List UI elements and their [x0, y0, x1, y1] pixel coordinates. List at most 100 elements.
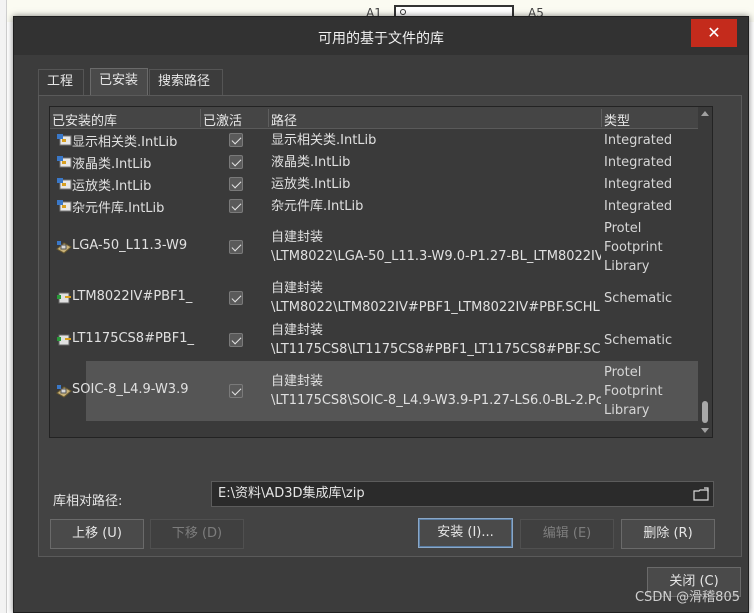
table-row[interactable]: 显示相关类.IntLib 显示相关类.IntLib Integrated — [50, 129, 700, 151]
column-header-path[interactable]: 路径 — [271, 110, 297, 129]
library-name: 显示相关类.IntLib — [72, 135, 178, 150]
library-path-line: 显示相关类.IntLib — [271, 132, 377, 148]
table-row[interactable]: LGA-50_L11.3-W9 自建封装 \LTM8022\LGA-50_L11.3… — [50, 217, 700, 277]
library-path: 液晶类.IntLib — [271, 153, 601, 172]
background-window-edge — [0, 0, 7, 613]
library-type: Integrated — [604, 175, 700, 194]
library-name: 运放类.IntLib — [72, 179, 152, 194]
scrollbar-thumb[interactable] — [702, 401, 708, 423]
library-name: LT1175CS8#PBF1_ — [72, 331, 194, 346]
library-path-line: 液晶类.IntLib — [271, 154, 351, 170]
library-path-line: 自建封装 — [271, 230, 324, 245]
library-type-line: Library — [604, 402, 650, 418]
active-checkbox[interactable] — [229, 333, 243, 347]
scroll-down-arrow-icon[interactable] — [701, 428, 709, 433]
intlib-icon — [57, 134, 72, 146]
active-checkbox[interactable] — [229, 133, 243, 147]
library-type-line: Protel — [604, 220, 642, 236]
edit-button[interactable]: 编辑 (E) — [520, 519, 614, 549]
list-vertical-scrollbar[interactable] — [698, 107, 712, 437]
library-type-line: Integrated — [604, 176, 673, 192]
library-type-line: Integrated — [604, 154, 673, 170]
schlib-icon — [57, 292, 71, 304]
active-checkbox[interactable] — [229, 199, 243, 213]
scroll-up-arrow-icon[interactable] — [701, 111, 709, 116]
close-icon[interactable]: ✕ — [691, 19, 737, 47]
library-path: 显示相关类.IntLib — [271, 131, 601, 150]
intlib-icon — [57, 200, 72, 212]
library-type-line: Protel — [604, 364, 642, 380]
library-path: 运放类.IntLib — [271, 175, 601, 194]
install-button[interactable]: 安装 (I)... — [418, 518, 513, 548]
tab-project[interactable]: 工程 — [38, 69, 84, 95]
library-type: Protel Footprint Library — [604, 363, 700, 420]
library-type-line: Schematic — [604, 332, 673, 348]
library-path: 自建封装 \LT1175CS8\SOIC-8_L4.9-W3.9-P1.27-LS… — [271, 372, 601, 410]
library-path-line: 自建封装 — [271, 374, 324, 389]
table-row[interactable]: LTM8022IV#PBF1_ 自建封装 \LTM8022\LTM8022IV#PB… — [50, 277, 700, 319]
intlib-icon — [57, 156, 72, 168]
remove-button[interactable]: 删除 (R) — [621, 519, 715, 549]
library-type: Schematic — [604, 289, 700, 308]
active-checkbox[interactable] — [229, 240, 243, 254]
library-path-line: \LTM8022\LGA-50_L11.3-W9.0-P1.27-BL_LTM8… — [271, 249, 601, 264]
installed-libraries-list[interactable]: 已安装的库 已激活 路径 类型 显示相关类.IntLib 显示相关类.IntLib… — [49, 106, 713, 438]
library-path-line: 杂元件库.IntLib — [271, 198, 364, 214]
table-row[interactable]: 杂元件库.IntLib 杂元件库.IntLib Integrated — [50, 195, 700, 217]
watermark: CSDN @滑稽805 — [634, 590, 740, 605]
library-path-line: 运放类.IntLib — [271, 176, 351, 192]
browse-folder-icon[interactable] — [693, 487, 709, 501]
intlib-icon — [57, 178, 72, 190]
column-header-library[interactable]: 已安装的库 — [52, 110, 117, 129]
library-path-line: \LTM8022\LTM8022IV#PBF1_LTM8022IV#PBF.SC… — [271, 300, 601, 315]
tab-installed[interactable]: 已安装 — [90, 68, 148, 96]
library-type-line: Integrated — [604, 132, 673, 148]
dialog-title: 可用的基于文件的库 — [318, 31, 444, 47]
column-header-type[interactable]: 类型 — [604, 110, 630, 129]
library-type-line: Library — [604, 258, 650, 274]
library-path: 自建封装 \LT1175CS8\LT1175CS8#PBF1_LT1175CS8#… — [271, 321, 601, 359]
pcblib-icon — [56, 241, 72, 254]
library-type-line: Footprint — [604, 383, 663, 399]
relative-path-input[interactable]: E:\资料\AD3D集成库\zip — [211, 481, 714, 507]
dialog-titlebar: 可用的基于文件的库 ✕ — [14, 17, 748, 55]
library-path-line: \LT1175CS8\SOIC-8_L4.9-W3.9-P1.27-LS6.0-… — [271, 393, 601, 408]
tab-search-path[interactable]: 搜索路径 — [149, 69, 223, 95]
active-checkbox[interactable] — [229, 155, 243, 169]
table-row[interactable]: SOIC-8_L4.9-W3.9 自建封装 \LT1175CS8\SOIC-8_L4… — [56, 361, 700, 421]
library-name: LGA-50_L11.3-W9 — [72, 238, 188, 253]
library-type: Protel Footprint Library — [604, 219, 700, 276]
library-type-line: Integrated — [604, 198, 673, 214]
schematic-pin — [400, 9, 406, 15]
schlib-icon — [57, 334, 71, 346]
library-path-line: \LT1175CS8\LT1175CS8#PBF1_LT1175CS8#PBF.… — [271, 342, 601, 357]
table-row[interactable]: LT1175CS8#PBF1_ 自建封装 \LT1175CS8\LT1175CS8#… — [50, 319, 700, 361]
move-down-button[interactable]: 下移 (D) — [150, 519, 244, 549]
column-header-active[interactable]: 已激活 — [203, 110, 242, 129]
active-checkbox[interactable] — [229, 384, 243, 398]
library-type: Integrated — [604, 197, 700, 216]
active-checkbox[interactable] — [229, 291, 243, 305]
move-up-button[interactable]: 上移 (U) — [50, 519, 144, 549]
library-type-line: Schematic — [604, 290, 673, 306]
active-checkbox[interactable] — [229, 177, 243, 191]
library-type: Schematic — [604, 331, 700, 350]
library-path-line: 自建封装 — [271, 323, 324, 338]
library-name: SOIC-8_L4.9-W3.9 — [72, 382, 189, 397]
library-path: 杂元件库.IntLib — [271, 197, 601, 216]
library-type: Integrated — [604, 131, 700, 150]
available-libraries-dialog: 可用的基于文件的库 ✕ 工程 已安装 搜索路径 已安装的库 已激活 路径 类型 … — [13, 16, 749, 613]
relative-path-label: 库相对路径: — [53, 494, 123, 509]
library-name: 杂元件库.IntLib — [72, 201, 165, 216]
table-row[interactable]: 运放类.IntLib 运放类.IntLib Integrated — [50, 173, 700, 195]
library-name: LTM8022IV#PBF1_ — [72, 289, 193, 304]
list-header: 已安装的库 已激活 路径 类型 — [50, 107, 700, 129]
library-type: Integrated — [604, 153, 700, 172]
library-type-line: Footprint — [604, 239, 663, 255]
library-path-line: 自建封装 — [271, 281, 324, 296]
library-path: 自建封装 \LTM8022\LGA-50_L11.3-W9.0-P1.27-BL_… — [271, 228, 601, 266]
installed-tab-panel: 已安装的库 已激活 路径 类型 显示相关类.IntLib 显示相关类.IntLib… — [38, 95, 742, 557]
pcblib-icon — [56, 385, 72, 398]
library-path: 自建封装 \LTM8022\LTM8022IV#PBF1_LTM8022IV#PB… — [271, 279, 601, 317]
table-row[interactable]: 液晶类.IntLib 液晶类.IntLib Integrated — [50, 151, 700, 173]
